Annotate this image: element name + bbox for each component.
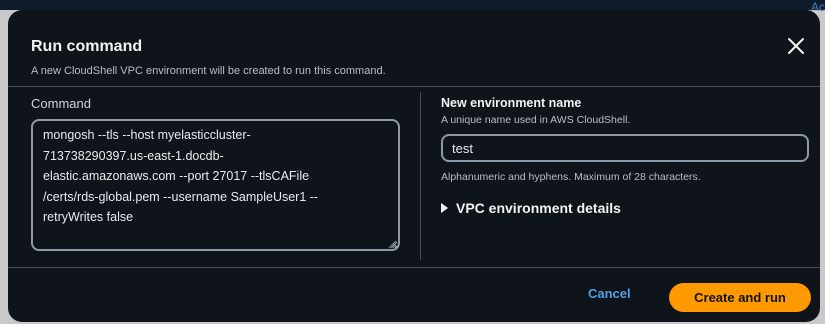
command-textarea[interactable]: mongosh --tls --host myelasticcluster- 7… xyxy=(31,119,400,251)
close-button[interactable] xyxy=(784,34,808,58)
environment-name-description: A unique name used in AWS CloudShell. xyxy=(441,114,631,126)
column-divider xyxy=(420,92,421,260)
environment-name-constraint: Alphanumeric and hyphens. Maximum of 28 … xyxy=(441,171,701,183)
footer-divider xyxy=(8,267,820,268)
create-and-run-button[interactable]: Create and run xyxy=(669,283,811,312)
resize-handle-icon[interactable] xyxy=(387,239,397,249)
vpc-details-label: VPC environment details xyxy=(456,200,621,216)
command-label: Command xyxy=(31,96,91,111)
run-command-modal: Run command A new CloudShell VPC environ… xyxy=(8,10,820,322)
vpc-details-expander[interactable]: VPC environment details xyxy=(441,200,621,216)
modal-title: Run command xyxy=(31,38,143,55)
background-header-strip xyxy=(0,0,825,10)
environment-name-label: New environment name xyxy=(441,96,582,110)
cancel-button[interactable]: Cancel xyxy=(588,286,631,301)
caret-right-icon xyxy=(441,203,448,213)
header-divider xyxy=(8,86,820,87)
modal-subtitle: A new CloudShell VPC environment will be… xyxy=(31,65,386,77)
close-icon xyxy=(788,38,804,54)
environment-name-input[interactable] xyxy=(441,134,809,162)
